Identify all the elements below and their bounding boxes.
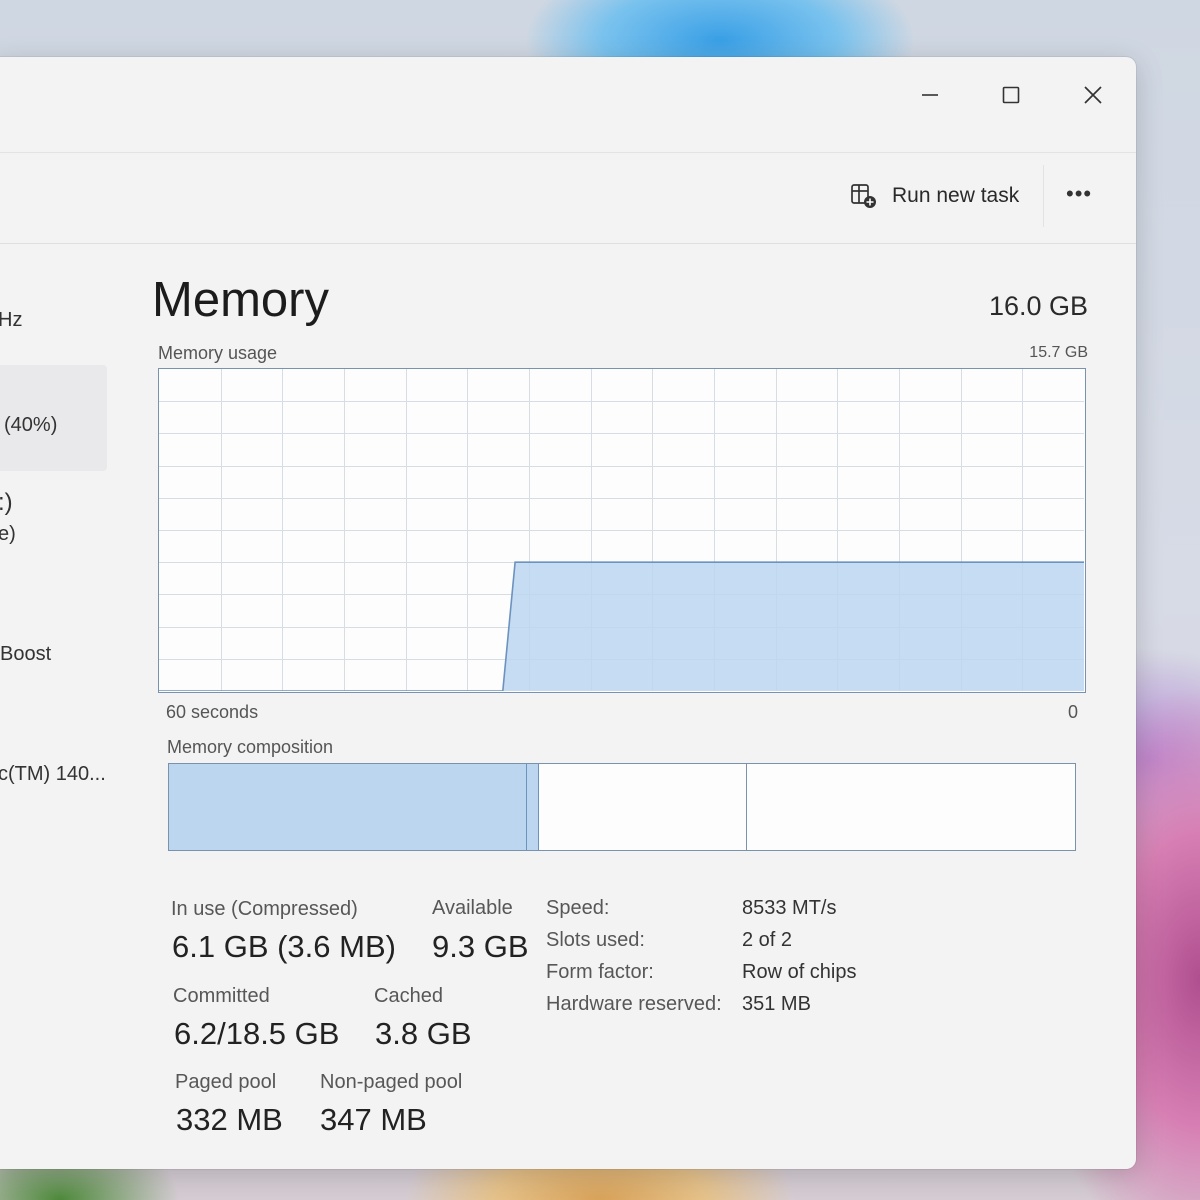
- more-options-button[interactable]: •••: [1066, 181, 1092, 207]
- hardware-reserved-value: 351 MB: [742, 993, 811, 1015]
- form-factor-value: Row of chips: [742, 961, 857, 983]
- slots-used-label: Slots used:: [546, 929, 645, 951]
- hardware-reserved-label: Hardware reserved:: [546, 993, 722, 1015]
- form-factor-label: Form factor:: [546, 961, 654, 983]
- composition-modified[interactable]: [527, 764, 539, 850]
- in-use-value: 6.1 GB (3.6 MB): [172, 929, 396, 964]
- paged-pool-label: Paged pool: [175, 1071, 277, 1093]
- minimize-button[interactable]: [900, 69, 960, 121]
- title-bar: [0, 57, 1136, 152]
- memory-usage-graph: [158, 368, 1086, 693]
- memory-usage-area: [159, 562, 1084, 691]
- sidebar-item-disk[interactable]: :): [0, 489, 13, 517]
- page-title: Memory: [152, 273, 329, 327]
- composition-free[interactable]: [747, 764, 1074, 850]
- in-use-label: In use (Compressed): [171, 898, 358, 920]
- non-paged-pool-label: Non-paged pool: [320, 1071, 463, 1093]
- time-axis-start: 60 seconds: [166, 702, 259, 722]
- close-icon: [1084, 86, 1102, 104]
- sidebar-item-gpu[interactable]: c(TM) 140...: [0, 763, 106, 786]
- time-axis-end: 0: [1068, 702, 1079, 722]
- sidebar-item-cpu-speed[interactable]: Hz: [0, 309, 22, 332]
- composition-in-use[interactable]: [169, 764, 527, 850]
- non-paged-pool-value: 347 MB: [320, 1102, 427, 1137]
- paged-pool-value: 332 MB: [176, 1102, 283, 1137]
- maximize-icon: [1002, 86, 1020, 104]
- cached-value: 3.8 GB: [375, 1016, 472, 1051]
- speed-label: Speed:: [546, 897, 610, 919]
- close-button[interactable]: [1063, 69, 1123, 121]
- sidebar-item-memory-percent[interactable]: (40%): [4, 414, 57, 437]
- memory-total: 16.0 GB: [988, 291, 1088, 321]
- slots-used-value: 2 of 2: [742, 929, 793, 951]
- available-label: Available: [432, 897, 513, 919]
- memory-usage-label: Memory usage: [158, 343, 278, 363]
- task-manager-window: Run new task ••• Hz (40%) :) e) Boost c(…: [0, 57, 1136, 1169]
- memory-usage-max: 15.7 GB: [1029, 344, 1088, 361]
- toolbar: Run new task •••: [0, 152, 1136, 244]
- memory-composition-bar: [168, 763, 1076, 851]
- run-new-task-button[interactable]: Run new task: [850, 180, 1019, 212]
- speed-value: 8533 MT/s: [742, 897, 837, 919]
- maximize-button[interactable]: [981, 69, 1041, 121]
- committed-value: 6.2/18.5 GB: [174, 1016, 340, 1051]
- memory-usage-chart: [159, 369, 1084, 691]
- toolbar-separator: [1043, 165, 1044, 227]
- sidebar-item-boost[interactable]: Boost: [0, 643, 51, 666]
- run-task-icon: [851, 184, 876, 208]
- available-value: 9.3 GB: [432, 929, 529, 964]
- sidebar-item-disk-type: e): [0, 523, 16, 545]
- cached-label: Cached: [374, 985, 443, 1007]
- sidebar: Hz (40%) :) e) Boost c(TM) 140...: [0, 243, 108, 1169]
- memory-composition-label: Memory composition: [167, 737, 334, 757]
- minimize-icon: [922, 94, 938, 96]
- composition-standby[interactable]: [539, 764, 747, 850]
- committed-label: Committed: [173, 985, 270, 1007]
- run-new-task-label: Run new task: [892, 184, 1020, 207]
